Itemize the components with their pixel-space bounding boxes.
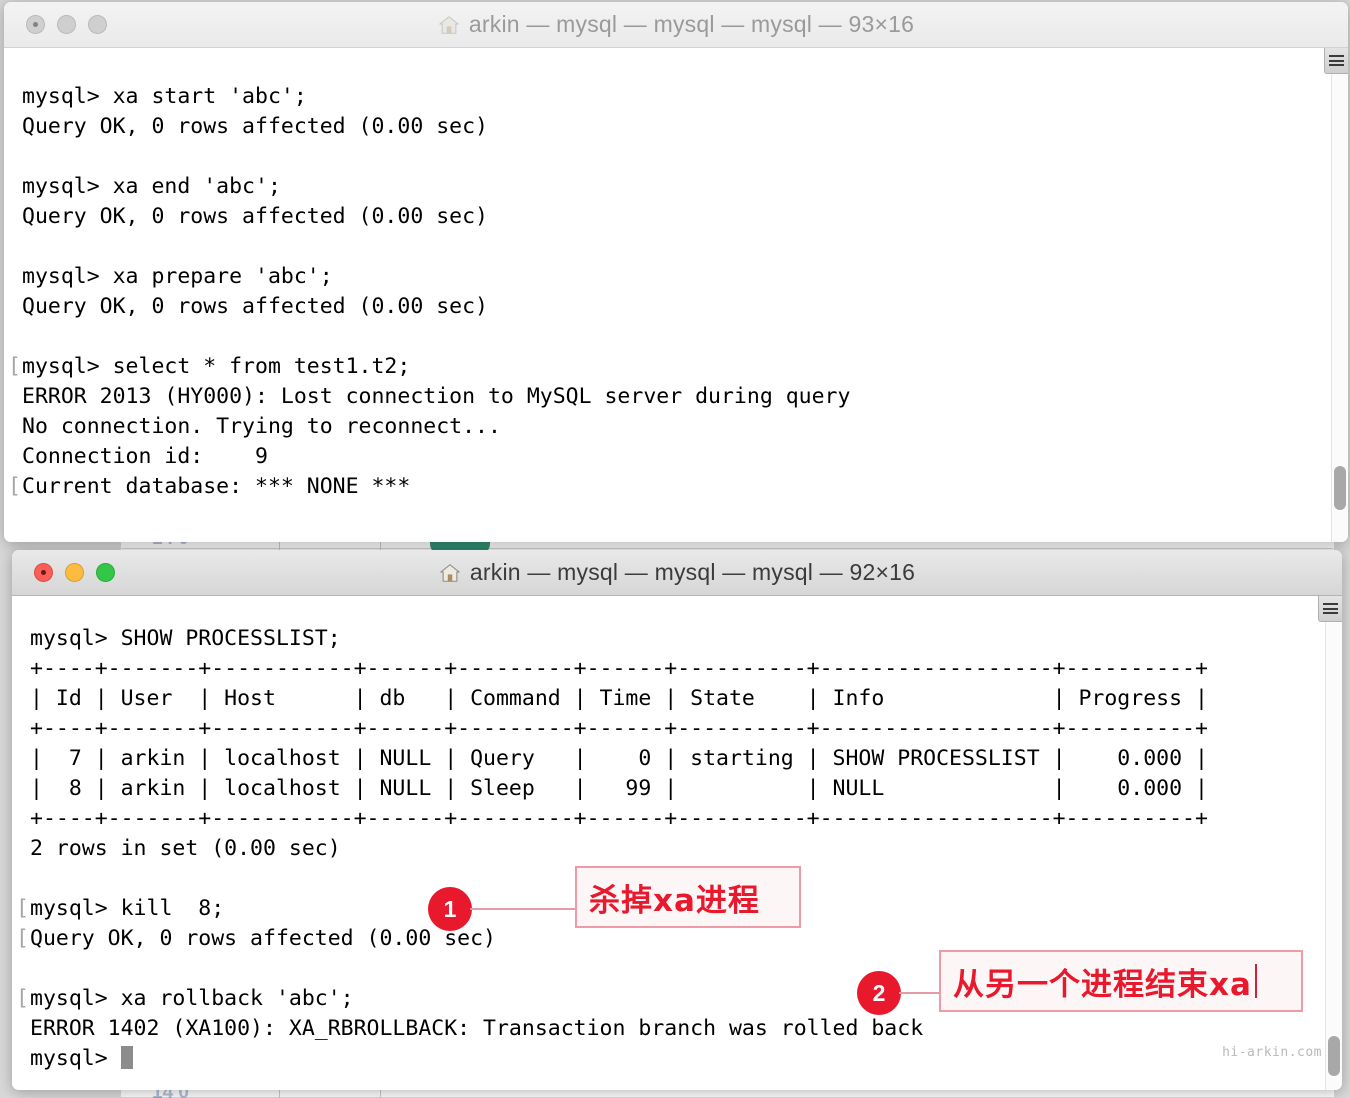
terminal-line: +----+-------+-----------+------+-------… [30,806,1208,831]
terminal-line: | 7 | arkin | localhost | NULL | Query |… [30,746,1208,771]
terminal-line: Query OK, 0 rows affected (0.00 sec) [22,294,488,319]
title-center-bottom: arkin — mysql — mysql — mysql — 92×16 [12,559,1342,586]
terminal-line: +----+-------+-----------+------+-------… [30,716,1208,741]
terminal-body-top[interactable]: mysql> xa start 'abc'; Query OK, 0 rows a… [4,48,1348,542]
terminal-body-bottom[interactable]: mysql> SHOW PROCESSLIST; +----+-------+--… [12,596,1342,1090]
block-cursor [120,1046,133,1069]
terminal-output-top: mysql> xa start 'abc'; Query OK, 0 rows a… [22,82,850,502]
prompt-mark-left: [ [8,354,21,379]
scrollbar-top[interactable] [1331,48,1348,542]
callout-badge-2: 2 [857,971,901,1015]
callout-text-2: 从另一个进程结束xa [953,966,1252,1003]
terminal-window-top[interactable]: arkin — mysql — mysql — mysql — 93×16 my… [4,2,1348,542]
terminal-line: mysql> xa start 'abc'; [22,84,307,109]
callout-box-1: 杀掉xa进程 [575,866,801,928]
terminal-line: Current database: *** NONE *** [22,474,411,499]
window-controls-bottom [34,563,115,582]
zoom-button[interactable] [88,15,107,34]
prompt-mark-left: [ [16,926,29,951]
callout-text-1: 杀掉xa进程 [589,882,760,919]
window-title-bottom: arkin — mysql — mysql — mysql — 92×16 [469,559,916,585]
terminal-line: Query OK, 0 rows affected (0.00 sec) [22,114,488,139]
callout-box-2: 从另一个进程结束xa [939,950,1303,1012]
scrollbar-thumb-bottom[interactable] [1328,1036,1340,1076]
terminal-line: mysql> SHOW PROCESSLIST; [30,626,341,651]
scrollbar-thumb-top[interactable] [1334,466,1346,510]
terminal-menu-button-top[interactable] [1324,48,1348,74]
list-lines-icon [1323,603,1338,614]
prompt-mark-left: [ [8,474,21,499]
terminal-menu-button-bottom[interactable] [1318,596,1342,622]
terminal-line: mysql> xa end 'abc'; [22,174,281,199]
scrollbar-bottom[interactable] [1325,596,1342,1090]
background-window-tabline-upper [122,548,1333,549]
terminal-line: Query OK, 0 rows affected (0.00 sec) [22,204,488,229]
home-icon [439,15,459,34]
zoom-button[interactable] [96,563,115,582]
window-title-top: arkin — mysql — mysql — mysql — 93×16 [468,11,915,37]
terminal-line: No connection. Trying to reconnect... [22,414,501,439]
close-button[interactable] [26,15,45,34]
text-cursor [1254,964,1257,998]
callout-leader-2 [899,992,939,994]
minimize-button[interactable] [65,563,84,582]
terminal-line: ERROR 2013 (HY000): Lost connection to M… [22,384,851,409]
callout-leader-1 [470,908,575,910]
terminal-line: | 8 | arkin | localhost | NULL | Sleep |… [30,776,1208,801]
title-center-top: arkin — mysql — mysql — mysql — 93×16 [4,11,1348,38]
terminal-line: Connection id: 9 [22,444,268,469]
callout-number: 2 [872,979,886,1006]
terminal-line: mysql> select * from test1.t2; [22,354,411,379]
home-icon [440,563,460,582]
callout-badge-1: 1 [428,887,472,931]
close-button[interactable] [34,563,53,582]
window-controls-top [26,15,107,34]
watermark: hi-arkin.com [1222,1045,1322,1060]
callout-number: 1 [443,895,457,922]
terminal-line: ERROR 1402 (XA100): XA_RBROLLBACK: Trans… [30,1016,924,1041]
titlebar-top[interactable]: arkin — mysql — mysql — mysql — 93×16 [4,2,1348,48]
prompt-mark-left: [ [16,986,29,1011]
desktop: 14 0 14 0 arkin — mysql — mysql — mysql … [0,0,1350,1098]
prompt-mark-left: [ [16,896,29,921]
terminal-line: mysql> xa prepare 'abc'; [22,264,333,289]
terminal-line: 2 rows in set (0.00 sec) [30,836,341,861]
titlebar-bottom[interactable]: arkin — mysql — mysql — mysql — 92×16 [12,550,1342,596]
terminal-line: mysql> [30,1044,1208,1074]
terminal-line: +----+-------+-----------+------+-------… [30,656,1208,681]
minimize-button[interactable] [57,15,76,34]
list-lines-icon [1329,55,1344,66]
terminal-line: | Id | User | Host | db | Command | Time… [30,686,1208,711]
